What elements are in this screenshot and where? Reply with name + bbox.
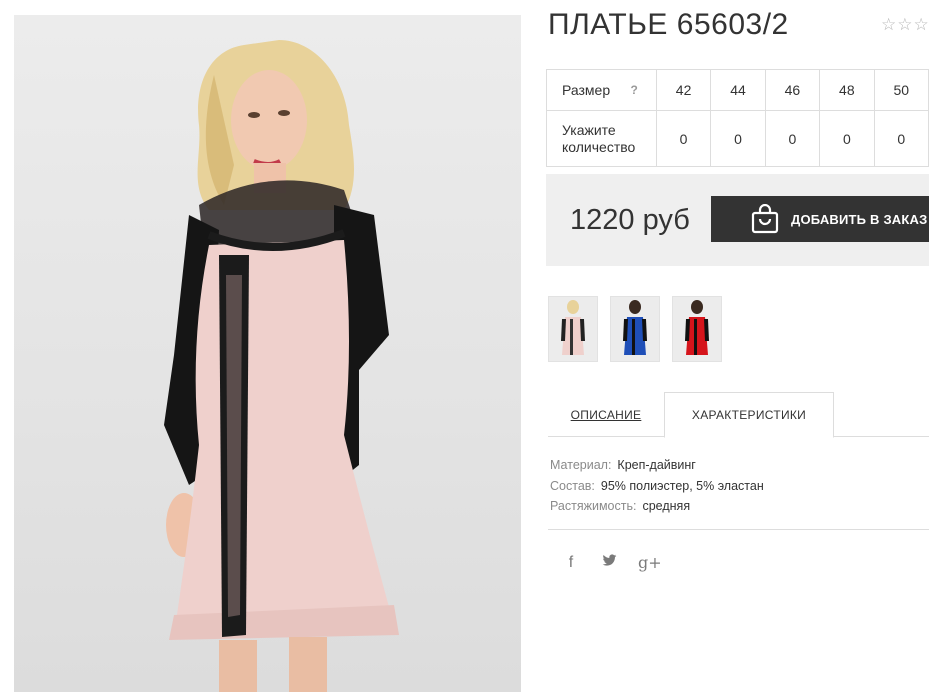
main-product-photo[interactable] — [14, 15, 521, 692]
characteristic-key: Материал: — [550, 458, 612, 472]
quantity-row: Укажите количество 0 0 0 0 0 — [546, 110, 929, 167]
tab-characteristics[interactable]: ХАРАКТЕРИСТИКИ — [664, 392, 834, 438]
size-cell: 46 — [764, 69, 821, 111]
shopping-bag-icon — [751, 204, 779, 234]
characteristic-key: Состав: — [550, 478, 595, 493]
quantity-input[interactable]: 0 — [819, 110, 875, 167]
size-help-icon[interactable]: ? — [631, 82, 638, 99]
star-icon[interactable]: ☆ — [881, 16, 896, 33]
characteristic-row: Материал: Креп-дайвинг — [550, 455, 764, 476]
characteristic-key: Растяжимость: — [550, 499, 637, 513]
thumb-pink-dress[interactable] — [548, 296, 598, 362]
price: 1220 руб — [570, 204, 690, 236]
quantity-label: Укажите количество — [546, 110, 657, 167]
product-title: ПЛАТЬЕ 65603/2 — [548, 8, 789, 41]
characteristic-row: Растяжимость: средняя — [550, 496, 764, 517]
characteristics-list: Материал: Креп-дайвинг Состав: 95% полиэст… — [550, 455, 764, 517]
quantity-input[interactable]: 0 — [873, 110, 929, 167]
size-quantity-table: Размер ? 42 44 46 48 50 Укажите количест… — [546, 69, 929, 167]
star-icon[interactable]: ☆ — [897, 16, 912, 33]
size-label-cell: Размер ? — [546, 69, 657, 111]
add-to-order-label: ДОБАВИТЬ В ЗАКАЗ — [791, 211, 928, 227]
characteristic-row: Состав: 95% полиэстер, 5% эластан — [550, 476, 764, 497]
thumb-blue-dress[interactable] — [610, 296, 660, 362]
add-to-order-button[interactable]: ДОБАВИТЬ В ЗАКАЗ — [711, 196, 929, 242]
quantity-input[interactable]: 0 — [710, 110, 766, 167]
model-in-dress-illustration — [164, 40, 399, 692]
thumb-red-dress[interactable] — [672, 296, 722, 362]
divider — [548, 529, 929, 530]
size-cell: 50 — [873, 69, 929, 111]
product-tabs: ОПИСАНИЕ ХАРАКТЕРИСТИКИ — [548, 392, 929, 438]
red-dress-thumbnail-image — [673, 297, 721, 361]
tab-description[interactable]: ОПИСАНИЕ — [548, 392, 664, 437]
buy-box: 1220 руб ДОБАВИТЬ В ЗАКАЗ — [546, 174, 929, 266]
facebook-icon[interactable]: f — [562, 554, 580, 572]
star-icon[interactable]: ☆ — [914, 16, 929, 33]
size-cell: 42 — [655, 69, 712, 111]
characteristic-value: 95% полиэстер, 5% эластан — [600, 478, 764, 493]
thumbnail-gallery — [548, 296, 722, 362]
characteristic-value: Креп-дайвинг — [617, 458, 696, 472]
google-plus-icon[interactable]: g+ — [638, 553, 662, 572]
twitter-bird-icon — [602, 553, 616, 566]
share-links: f g+ — [562, 553, 662, 572]
quantity-input[interactable]: 0 — [764, 110, 821, 167]
size-cell: 48 — [819, 69, 875, 111]
size-cell: 44 — [710, 69, 766, 111]
rating-stars[interactable]: ☆ ☆ ☆ — [881, 16, 929, 33]
twitter-icon[interactable] — [600, 553, 618, 572]
size-row: Размер ? 42 44 46 48 50 — [546, 69, 929, 111]
pink-dress-thumbnail-image — [549, 297, 597, 361]
characteristic-value: средняя — [642, 499, 691, 513]
size-label: Размер — [562, 81, 611, 98]
blue-dress-thumbnail-image — [611, 297, 659, 361]
quantity-input[interactable]: 0 — [655, 110, 712, 167]
